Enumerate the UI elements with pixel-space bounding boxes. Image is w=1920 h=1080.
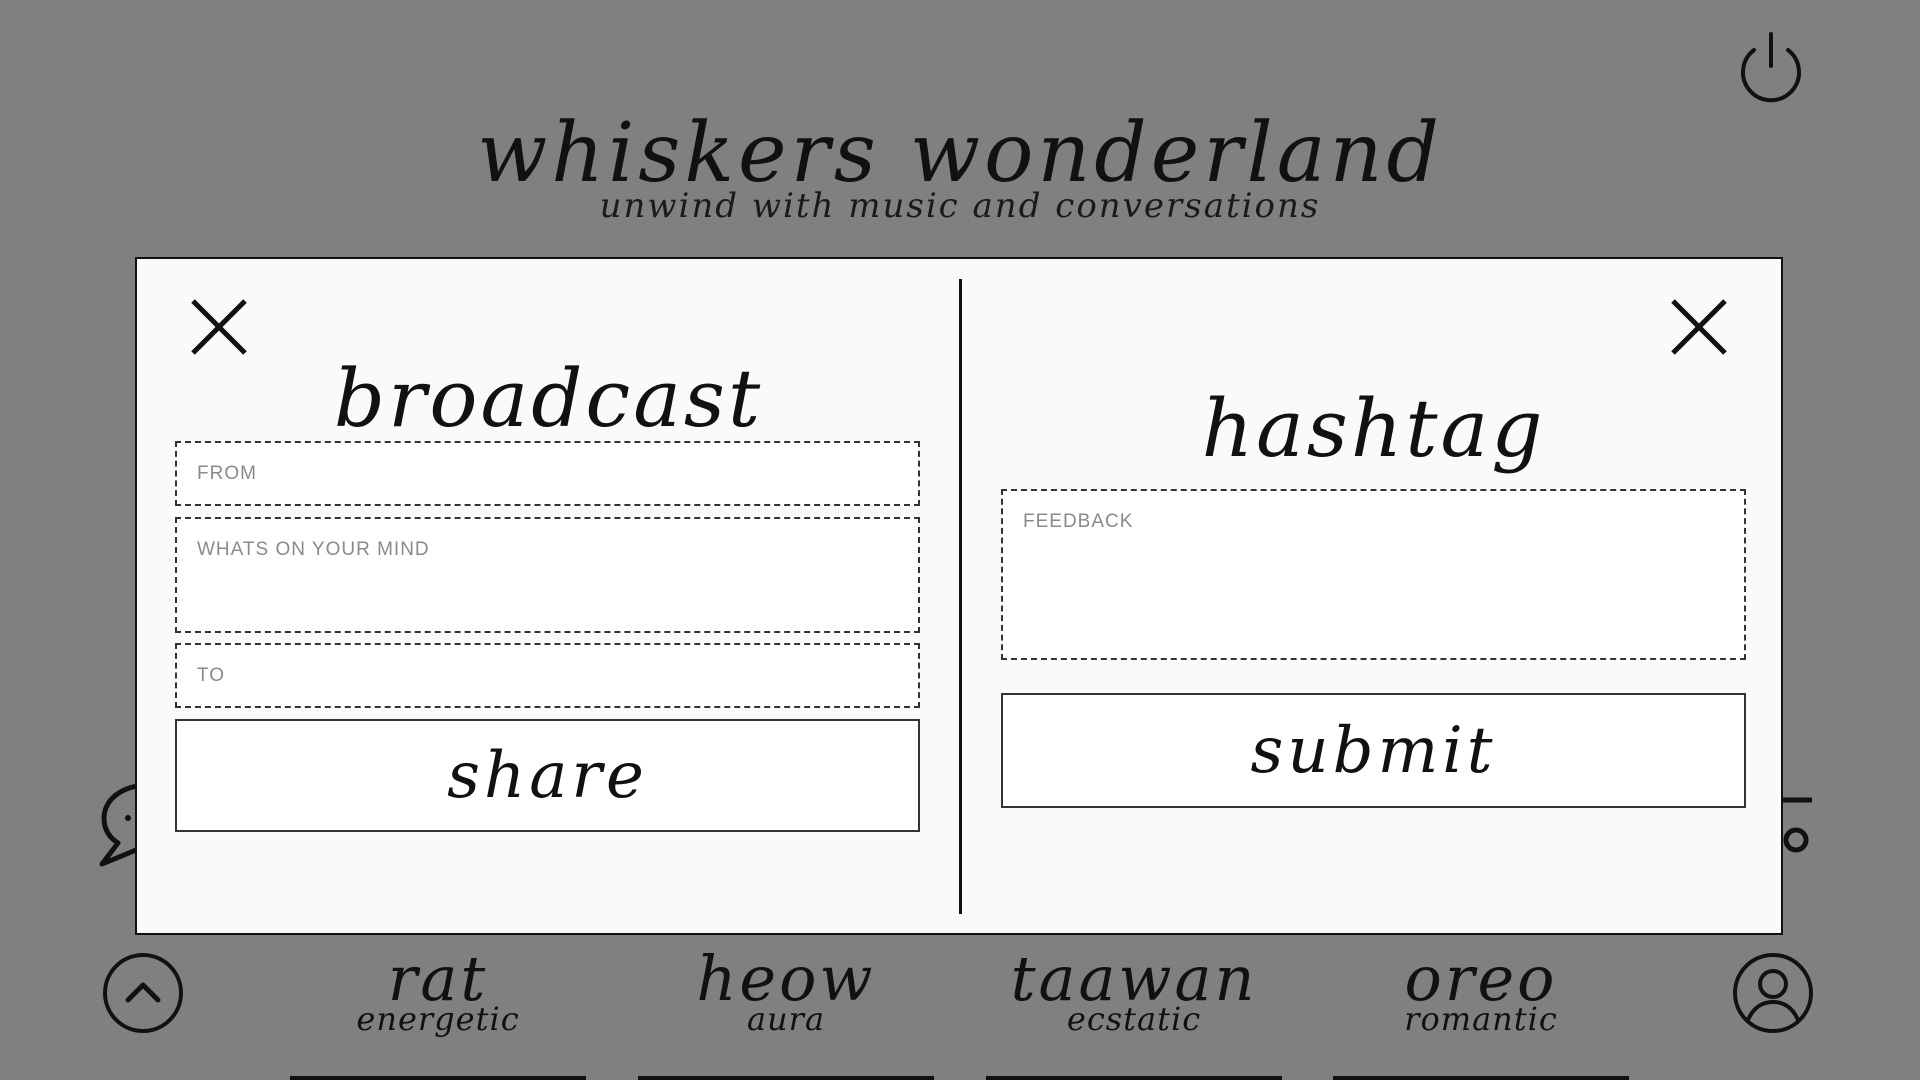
app-root: whiskers wonderland unwind with music an… [0, 0, 1920, 1080]
station-mood: aura [746, 1000, 826, 1038]
panel-divider [959, 279, 962, 914]
station-underline [290, 1076, 586, 1080]
profile-button[interactable] [1730, 950, 1816, 1036]
power-icon [1741, 32, 1801, 103]
station-underline [986, 1076, 1282, 1080]
to-input[interactable] [175, 643, 920, 708]
site-header: whiskers wonderland unwind with music an… [0, 108, 1920, 226]
station-item-taawan[interactable]: taawan ecstatic [984, 948, 1284, 1037]
close-icon [1671, 299, 1727, 355]
hashtag-close-button[interactable] [1667, 295, 1731, 359]
station-mood: energetic [356, 1000, 520, 1038]
share-button[interactable]: share [175, 719, 920, 832]
message-input[interactable] [175, 517, 920, 633]
station-item-heow[interactable]: heow aura [636, 948, 936, 1038]
submit-button[interactable]: submit [1001, 693, 1746, 808]
from-input[interactable] [175, 441, 920, 506]
user-icon [1733, 953, 1813, 1033]
station-underline [638, 1076, 934, 1080]
broadcast-title: broadcast [333, 352, 764, 445]
power-button[interactable] [1726, 28, 1816, 108]
station-underline [1333, 1076, 1629, 1080]
broadcast-hashtag-modal: broadcast share hashtag submit [135, 257, 1783, 935]
hashtag-title: hashtag [1201, 382, 1546, 475]
feedback-input[interactable] [1001, 489, 1746, 660]
chevron-up-icon [103, 953, 183, 1033]
station-item-rat[interactable]: rat energetic [288, 948, 588, 1038]
site-subtitle: unwind with music and conversations [599, 186, 1321, 226]
station-item-oreo[interactable]: oreo romantic [1331, 948, 1631, 1038]
scroll-up-button[interactable] [100, 950, 186, 1036]
station-mood: romantic [1404, 1000, 1558, 1038]
